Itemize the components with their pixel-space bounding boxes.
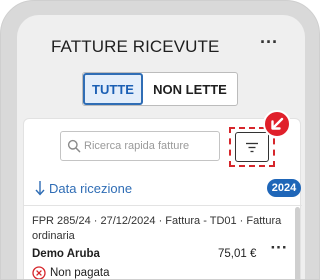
search-box[interactable] xyxy=(60,131,220,161)
sort-control[interactable]: Data ricezione xyxy=(34,179,132,197)
status-label: Non pagata xyxy=(50,267,110,279)
callout-badge xyxy=(263,110,291,138)
invoice-status: Non pagata xyxy=(32,266,110,279)
scrollbar[interactable] xyxy=(295,207,300,279)
year-badge: 2024 xyxy=(267,179,301,197)
tab-all[interactable]: TUTTE xyxy=(83,73,143,105)
circle-x-icon xyxy=(32,266,46,279)
invoice-amount: 75,01 € xyxy=(218,248,257,260)
filter-segmented-control: TUTTE NON LETTE xyxy=(82,72,238,106)
more-horizontal-icon[interactable]: ··· xyxy=(257,33,281,57)
row-more-icon[interactable]: ··· xyxy=(268,239,290,262)
arrow-down-left-icon xyxy=(271,117,284,130)
invoice-list-card: Data ricezione 2024 FPR 285/24 · 27/12/2… xyxy=(23,110,302,279)
search-input[interactable] xyxy=(84,140,214,152)
header: FATTURE RICEVUTE ··· xyxy=(17,33,305,59)
search-icon xyxy=(67,139,81,153)
invoice-meta: FPR 285/24 · 27/12/2024 · Fattura - TD01… xyxy=(32,215,282,242)
tab-unread[interactable]: NON LETTE xyxy=(143,73,237,105)
sort-label: Data ricezione xyxy=(49,180,133,196)
arrow-down-icon xyxy=(35,181,45,196)
filter-lines-icon xyxy=(246,142,258,152)
invoice-row[interactable]: FPR 285/24 · 27/12/2024 · Fattura - TD01… xyxy=(24,206,294,279)
phone-frame: FATTURE RICEVUTE ··· TUTTE NON LETTE Ric… xyxy=(0,0,320,280)
page-title: FATTURE RICEVUTE xyxy=(51,37,220,56)
invoice-supplier: Demo Aruba xyxy=(32,248,100,260)
filter-button[interactable] xyxy=(235,132,269,162)
app-screen: FATTURE RICEVUTE ··· TUTTE NON LETTE Ric… xyxy=(17,15,305,279)
